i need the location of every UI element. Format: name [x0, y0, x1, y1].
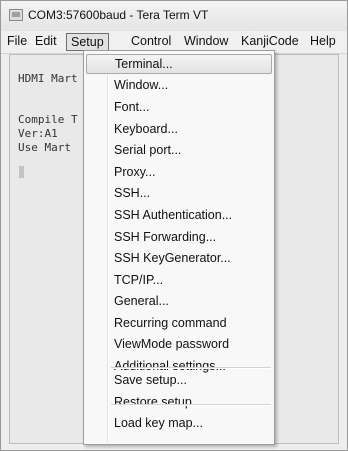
menu-separator — [111, 367, 271, 369]
menu-window[interactable]: Window — [184, 34, 228, 48]
menu-item-ssh[interactable]: SSH... — [86, 183, 272, 203]
menu-separator — [111, 404, 271, 406]
window-title: COM3:57600baud - Tera Term VT — [28, 8, 209, 22]
terminal-cursor — [19, 166, 24, 178]
terminal-line: Use Mart — [18, 141, 71, 154]
terminal-line: HDMI Mart — [18, 72, 78, 85]
menu-item-recurring-command[interactable]: Recurring command — [86, 313, 272, 333]
menu-item-serial-port[interactable]: Serial port... — [86, 140, 272, 160]
menu-file[interactable]: File — [7, 34, 27, 48]
menu-setup[interactable]: Setup — [66, 33, 109, 51]
menu-item-font[interactable]: Font... — [86, 97, 272, 117]
terminal-line: Compile T — [18, 113, 78, 126]
menu-item-tcpip[interactable]: TCP/IP... — [86, 270, 272, 290]
menu-edit[interactable]: Edit — [35, 34, 57, 48]
menu-item-viewmode-password[interactable]: ViewMode password — [86, 334, 272, 354]
terminal-line: Ver:A1 — [18, 127, 58, 140]
menu-item-load-key-map[interactable]: Load key map... — [86, 413, 272, 433]
menu-item-save-setup[interactable]: Save setup... — [86, 370, 272, 390]
terminal-app-icon[interactable] — [9, 9, 23, 21]
menu-help[interactable]: Help — [310, 34, 336, 48]
title-bar[interactable]: COM3:57600baud - Tera Term VT — [1, 1, 347, 31]
setup-dropdown-menu: Terminal... Window... Font... Keyboard..… — [83, 50, 275, 445]
menu-control[interactable]: Control — [131, 34, 171, 48]
menu-item-restore-setup[interactable]: Restore setup... — [86, 392, 272, 412]
menu-item-proxy[interactable]: Proxy... — [86, 162, 272, 182]
menu-item-window[interactable]: Window... — [86, 75, 272, 95]
menu-kanjicode[interactable]: KanjiCode — [241, 34, 299, 48]
menu-item-keyboard[interactable]: Keyboard... — [86, 119, 272, 139]
menu-item-ssh-keygenerator[interactable]: SSH KeyGenerator... — [86, 248, 272, 268]
menu-item-ssh-authentication[interactable]: SSH Authentication... — [86, 205, 272, 225]
menu-item-terminal[interactable]: Terminal... — [86, 54, 272, 74]
menu-item-general[interactable]: General... — [86, 291, 272, 311]
menu-item-ssh-forwarding[interactable]: SSH Forwarding... — [86, 227, 272, 247]
